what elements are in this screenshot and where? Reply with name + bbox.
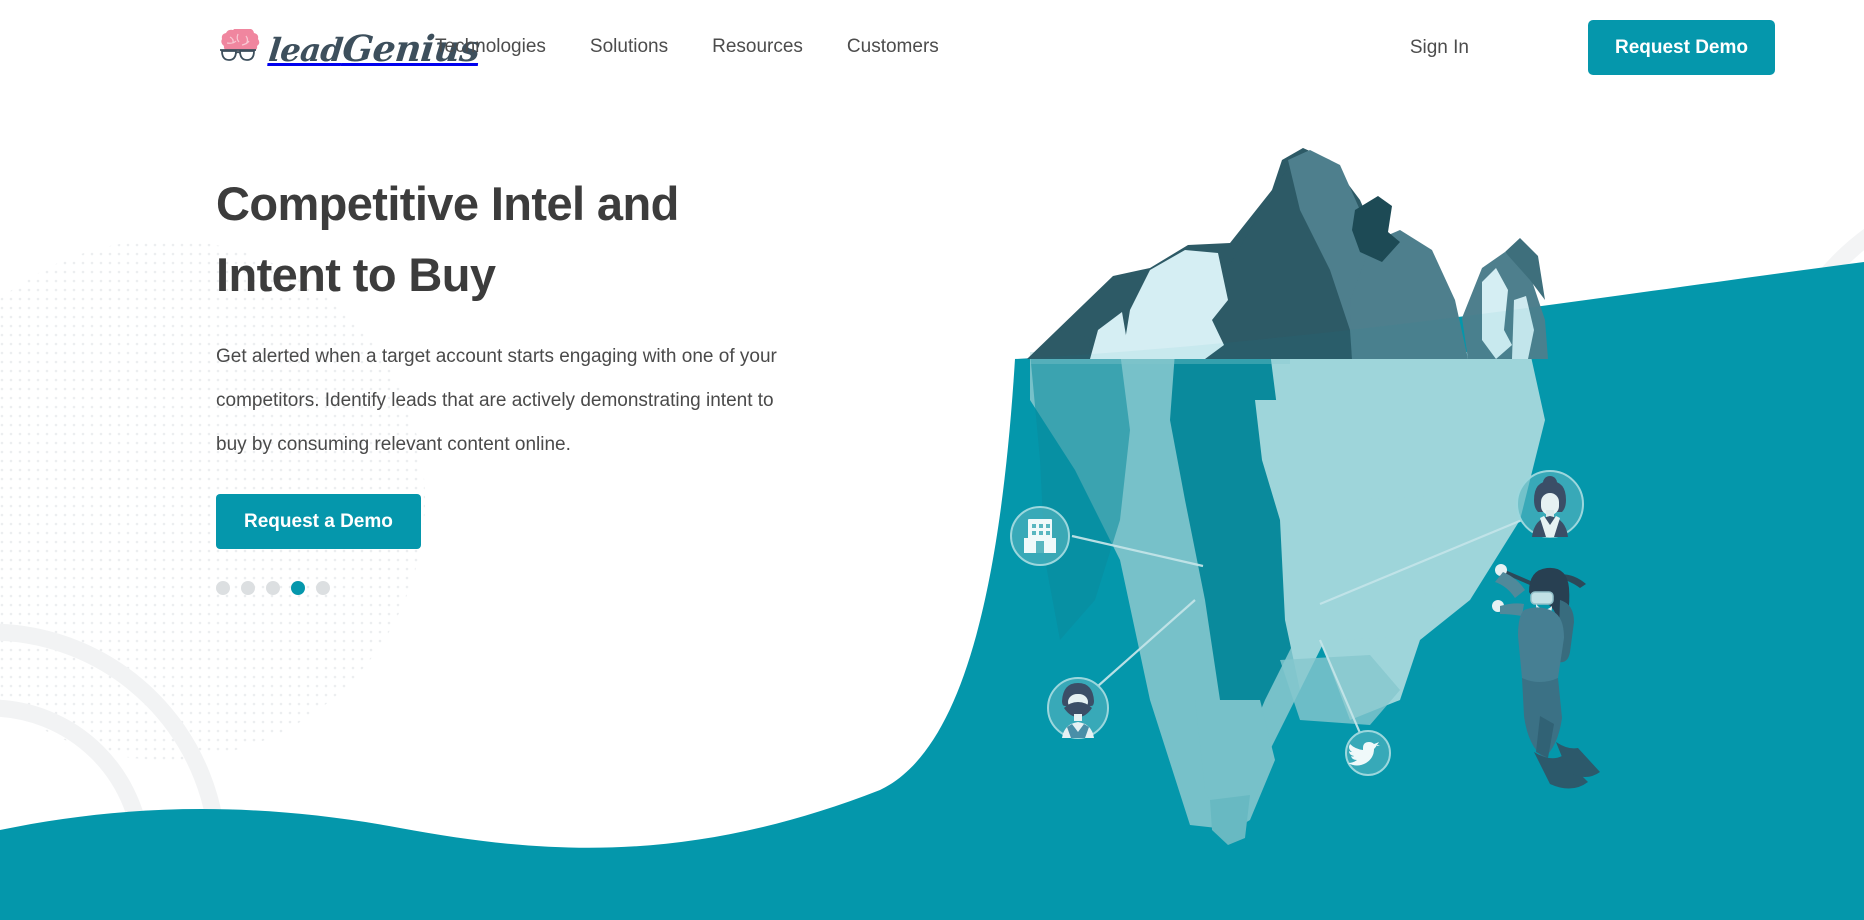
page-title: Competitive Intel and Intent to Buy (216, 177, 679, 301)
nav-technologies[interactable]: Technologies (435, 33, 546, 61)
carousel-dot-3[interactable] (266, 581, 280, 595)
carousel-dot-2[interactable] (241, 581, 255, 595)
nav-resources[interactable]: Resources (712, 33, 803, 61)
hero-description: Get alerted when a target account starts… (216, 346, 777, 455)
hero-content: Competitive Intel and Intent to Buy Get … (216, 168, 836, 595)
sign-in-link[interactable]: Sign In (1410, 34, 1469, 62)
carousel-dot-5[interactable] (316, 581, 330, 595)
request-demo-button[interactable]: Request Demo (1587, 20, 1775, 75)
hero-page: leadGenius Technologies Solutions Resour… (0, 0, 1864, 920)
nav-customers[interactable]: Customers (847, 33, 939, 61)
site-header: leadGenius Technologies Solutions Resour… (0, 0, 1864, 96)
carousel-pagination (216, 581, 836, 595)
carousel-dot-1[interactable] (216, 581, 230, 595)
request-a-demo-button[interactable]: Request a Demo (216, 494, 421, 549)
primary-navigation: Technologies Solutions Resources Custome… (435, 33, 939, 61)
nav-solutions[interactable]: Solutions (590, 33, 668, 61)
brain-with-glasses-icon (220, 29, 260, 61)
carousel-dot-4[interactable] (291, 581, 305, 595)
